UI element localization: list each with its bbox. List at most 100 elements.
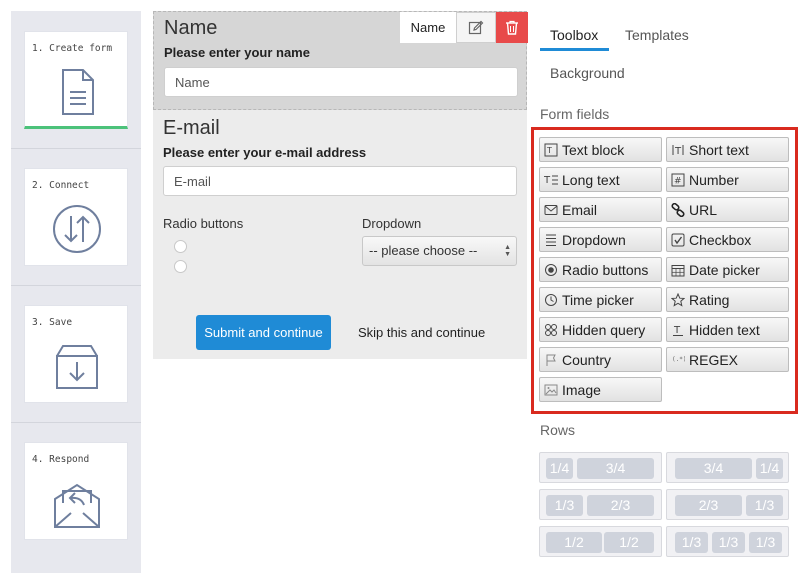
field-long-text[interactable]: T Long text xyxy=(539,167,662,192)
hidden-text-icon: T xyxy=(673,325,683,336)
row-layout-1-4-3-4[interactable]: 1/4 3/4 xyxy=(539,452,662,483)
field-checkbox[interactable]: Checkbox xyxy=(666,227,789,252)
step-respond[interactable]: 4. Respond xyxy=(24,442,128,540)
submit-button[interactable]: Submit and continue xyxy=(196,315,331,350)
step-label: 3. Save xyxy=(32,317,73,328)
field-text-block[interactable]: T Text block xyxy=(539,137,662,162)
field-country[interactable]: Country xyxy=(539,347,662,372)
row-layout-1-3-2-3[interactable]: 1/3 2/3 xyxy=(539,489,662,520)
dropdown-label: Dropdown xyxy=(362,216,422,231)
field-url[interactable]: URL xyxy=(666,197,789,222)
short-text-icon: T xyxy=(672,144,684,157)
active-tab-underline xyxy=(540,48,609,51)
delete-field-button[interactable] xyxy=(496,12,528,43)
row-cell: 3/4 xyxy=(675,458,752,479)
form-canvas: Name Please enter your name Name E-mail … xyxy=(153,11,528,359)
dropdown-select[interactable]: -- please choose -- ▲ ▼ xyxy=(362,236,517,266)
dropdown-selected-value: -- please choose -- xyxy=(369,243,478,258)
field-radio-buttons[interactable]: Radio buttons xyxy=(539,257,662,282)
hidden-query-icon xyxy=(545,323,557,336)
row-layout-1-3-1-3-1-3[interactable]: 1/3 1/3 1/3 xyxy=(666,526,789,557)
field-hidden-query[interactable]: Hidden query xyxy=(539,317,662,342)
rail-divider xyxy=(11,422,141,423)
rail-divider xyxy=(11,148,141,149)
email-field-title: E-mail xyxy=(163,117,220,139)
text-block-icon: T xyxy=(544,143,558,156)
row-layout-3-4-1-4[interactable]: 3/4 1/4 xyxy=(666,452,789,483)
field-label: Text block xyxy=(562,141,625,158)
field-dropdown[interactable]: Dropdown xyxy=(539,227,662,252)
flag-icon xyxy=(546,354,556,366)
rail-divider xyxy=(11,285,141,286)
field-hidden-text[interactable]: T Hidden text xyxy=(666,317,789,342)
field-label: Hidden text xyxy=(689,321,760,338)
calendar-icon xyxy=(671,264,685,276)
long-text-icon: T xyxy=(544,175,558,186)
skip-link[interactable]: Skip this and continue xyxy=(358,325,485,340)
archive-down-icon xyxy=(56,345,98,389)
edit-field-button[interactable] xyxy=(456,12,496,43)
field-label: Hidden query xyxy=(562,321,646,338)
star-icon xyxy=(671,292,685,307)
field-time-picker[interactable]: Time picker xyxy=(539,287,662,312)
field-rating[interactable]: Rating xyxy=(666,287,789,312)
radio-option[interactable] xyxy=(174,260,187,273)
name-field-block[interactable]: Name Please enter your name Name xyxy=(153,11,528,110)
envelope-reply-icon xyxy=(54,483,100,528)
field-label: URL xyxy=(689,201,718,218)
row-layout-2-3-1-3[interactable]: 2/3 1/3 xyxy=(666,489,789,520)
tab-templates[interactable]: Templates xyxy=(625,27,689,43)
row-cell: 2/3 xyxy=(587,495,654,516)
svg-text:T: T xyxy=(544,175,551,186)
field-label: Country xyxy=(562,351,612,368)
row-layout-1-2-1-2[interactable]: 1/2 1/2 xyxy=(539,526,662,557)
field-date-picker[interactable]: Date picker xyxy=(666,257,789,282)
svg-text:T: T xyxy=(674,146,682,157)
trash-icon xyxy=(506,20,518,35)
radio-icon xyxy=(545,263,557,276)
field-label: Date picker xyxy=(689,261,760,278)
link-icon xyxy=(671,202,685,217)
name-input[interactable] xyxy=(164,67,518,97)
step-rail: 1. Create form 2. Connect 3. Save 4. Res… xyxy=(11,11,141,573)
step-save[interactable]: 3. Save xyxy=(24,305,128,403)
field-label: REGEX xyxy=(689,351,739,368)
email-field-label: Please enter your e-mail address xyxy=(163,145,367,160)
field-label: Radio buttons xyxy=(562,261,649,278)
step-create-form[interactable]: 1. Create form xyxy=(24,31,128,129)
row-cell: 2/3 xyxy=(675,495,742,516)
field-number[interactable]: # Number xyxy=(666,167,789,192)
row-cell: 1/2 xyxy=(604,532,654,553)
field-label: Checkbox xyxy=(689,231,752,248)
name-field-title: Name xyxy=(164,17,218,39)
number-icon: # xyxy=(671,173,685,186)
form-fields-heading: Form fields xyxy=(540,106,610,122)
field-label: Dropdown xyxy=(562,231,626,248)
field-image[interactable]: Image xyxy=(539,377,662,402)
rows-heading: Rows xyxy=(540,422,576,438)
field-regex[interactable]: (.*) REGEX xyxy=(666,347,789,372)
step-label: 4. Respond xyxy=(32,454,90,465)
tab-background[interactable]: Background xyxy=(550,65,625,81)
svg-text:(.*): (.*) xyxy=(672,356,685,363)
email-input[interactable] xyxy=(163,166,517,196)
tab-toolbox[interactable]: Toolbox xyxy=(550,27,598,43)
field-email[interactable]: Email xyxy=(539,197,662,222)
checkbox-icon xyxy=(671,233,685,246)
image-icon xyxy=(544,384,558,395)
edit-icon xyxy=(468,20,484,34)
regex-icon: (.*) xyxy=(672,356,685,363)
field-label: Time picker xyxy=(562,291,634,308)
radio-option[interactable] xyxy=(174,240,187,253)
field-label: Rating xyxy=(689,291,730,308)
field-label: Number xyxy=(689,171,739,188)
field-label: Long text xyxy=(562,171,620,188)
row-cell: 3/4 xyxy=(577,458,654,479)
row-cell: 1/3 xyxy=(746,495,783,516)
row-cell: 1/3 xyxy=(712,532,745,553)
field-label: Image xyxy=(562,381,601,398)
row-cell: 1/3 xyxy=(749,532,782,553)
sync-arrows-icon xyxy=(53,205,101,253)
step-connect[interactable]: 2. Connect xyxy=(24,168,128,266)
field-short-text[interactable]: T Short text xyxy=(666,137,789,162)
